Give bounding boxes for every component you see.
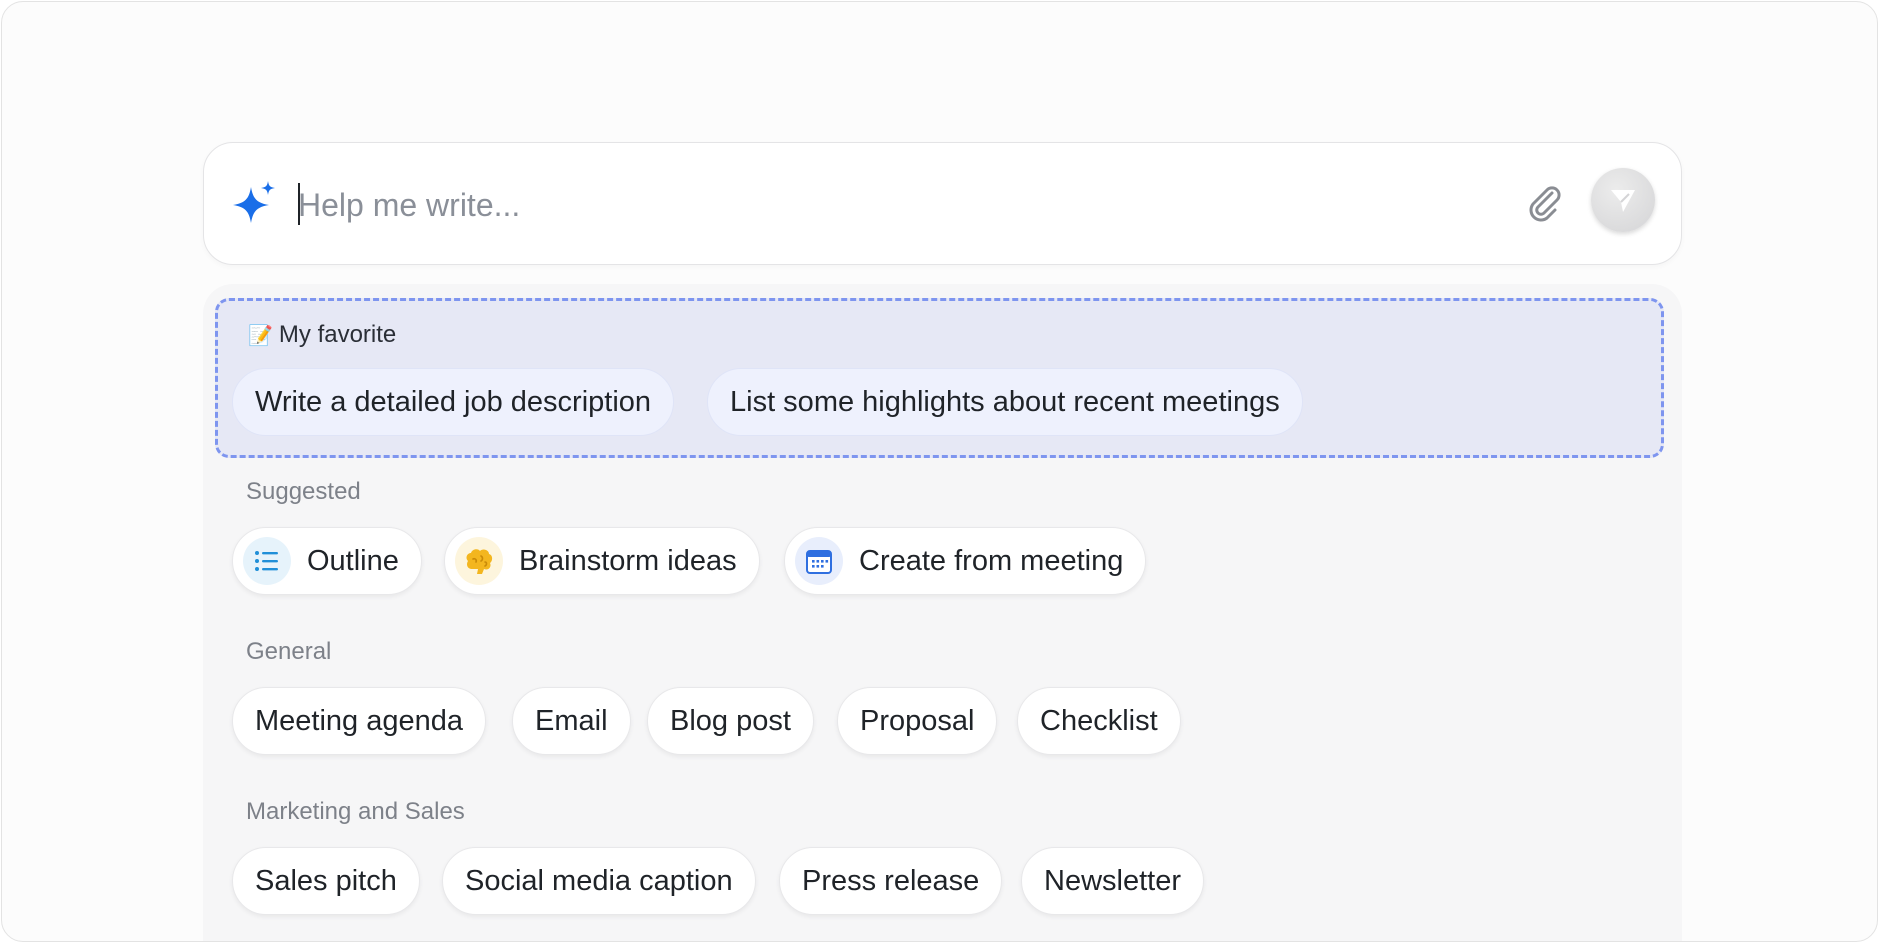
general-chip[interactable]: Email xyxy=(512,687,631,755)
memo-icon: 📝 xyxy=(248,324,273,347)
prompt-bar xyxy=(203,142,1682,265)
suggestions-panel: 📝 My favorite Write a detailed job descr… xyxy=(203,284,1682,941)
suggested-chip-label: Create from meeting xyxy=(859,544,1124,577)
favorites-title: 📝 My favorite xyxy=(248,321,396,349)
send-icon xyxy=(1611,190,1635,212)
favorite-chip[interactable]: List some highlights about recent meetin… xyxy=(707,368,1303,436)
marketing-chip-label: Press release xyxy=(802,864,980,897)
marketing-chip-label: Newsletter xyxy=(1044,864,1181,897)
marketing-chip-label: Social media caption xyxy=(465,864,733,897)
suggested-chip-create-from-meeting[interactable]: Create from meeting xyxy=(784,527,1147,595)
sparkle-icon xyxy=(231,179,281,229)
favorite-chip[interactable]: Write a detailed job description xyxy=(232,368,675,436)
marketing-chip-label: Sales pitch xyxy=(255,864,397,897)
general-chip-label: Meeting agenda xyxy=(255,704,463,737)
favorite-chip-label: List some highlights about recent meetin… xyxy=(730,385,1280,418)
section-label-general: General xyxy=(246,638,332,665)
suggested-chip-label: Outline xyxy=(307,544,399,577)
paperclip-icon[interactable] xyxy=(1519,179,1569,229)
suggested-chip-outline[interactable]: Outline xyxy=(232,527,422,595)
brain-icon xyxy=(455,537,503,585)
general-chip[interactable]: Proposal xyxy=(837,687,998,755)
suggested-chip-brainstorm[interactable]: Brainstorm ideas xyxy=(444,527,760,595)
section-label-suggested: Suggested xyxy=(246,478,361,505)
favorite-chip-label: Write a detailed job description xyxy=(255,385,652,418)
prompt-input[interactable] xyxy=(298,177,1298,233)
general-chip-label: Blog post xyxy=(670,704,791,737)
marketing-chip[interactable]: Sales pitch xyxy=(232,847,420,915)
general-chip[interactable]: Blog post xyxy=(647,687,814,755)
list-icon xyxy=(243,537,291,585)
suggested-chip-label: Brainstorm ideas xyxy=(519,544,737,577)
marketing-chip[interactable]: Press release xyxy=(779,847,1003,915)
favorites-title-text: My favorite xyxy=(278,321,397,348)
marketing-chip[interactable]: Newsletter xyxy=(1021,847,1204,915)
general-chip[interactable]: Meeting agenda xyxy=(232,687,486,755)
general-chip-label: Email xyxy=(535,704,608,737)
general-chip-label: Proposal xyxy=(860,704,975,737)
send-button[interactable] xyxy=(1591,168,1655,232)
general-chip[interactable]: Checklist xyxy=(1017,687,1181,755)
app-frame: 📝 My favorite Write a detailed job descr… xyxy=(1,1,1878,942)
marketing-chip[interactable]: Social media caption xyxy=(442,847,756,915)
calendar-icon xyxy=(795,537,843,585)
general-chip-label: Checklist xyxy=(1040,704,1158,737)
section-label-marketing: Marketing and Sales xyxy=(246,798,465,825)
